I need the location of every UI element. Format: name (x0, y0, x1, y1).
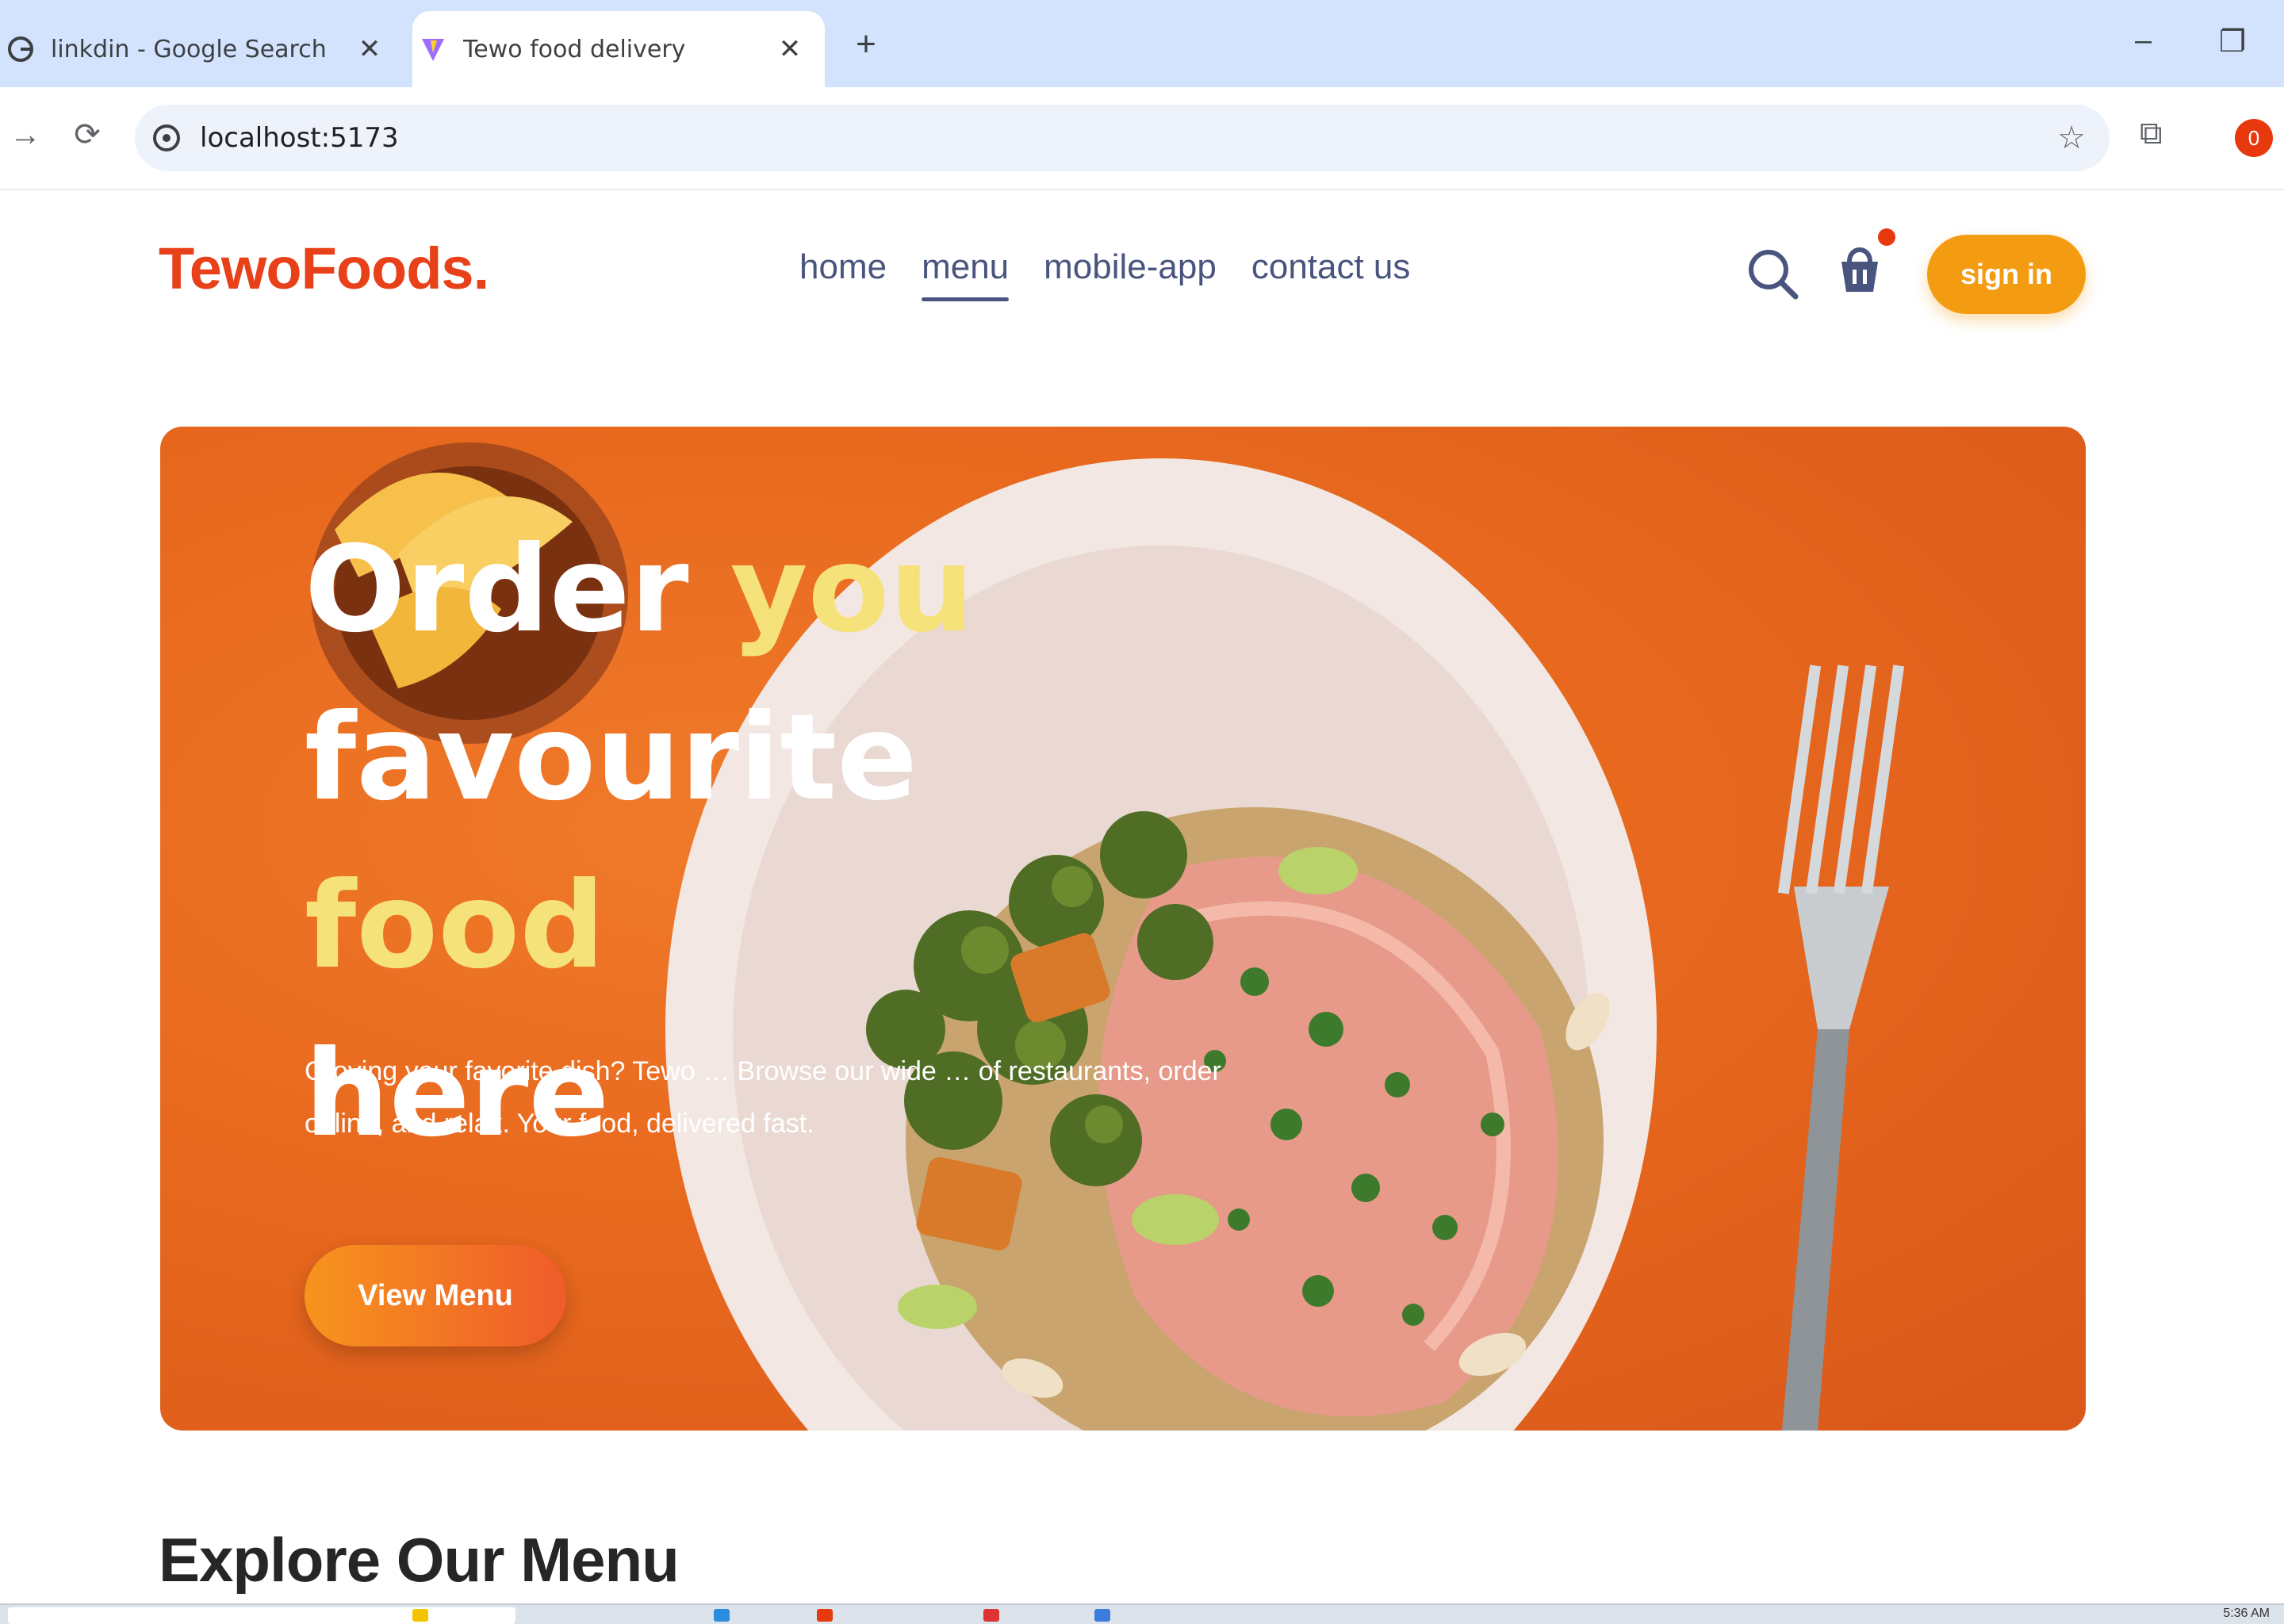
search-icon[interactable] (1745, 246, 1800, 301)
extensions-icon[interactable]: ⧉ (2140, 116, 2163, 151)
browser-tab-tewo[interactable]: Tewo food delivery ✕ (412, 11, 825, 87)
reload-icon[interactable]: ⟳ (63, 111, 111, 159)
hero-title-highlight: food (305, 857, 605, 995)
profile-avatar[interactable]: 0 (2235, 119, 2273, 157)
restore-icon[interactable]: ❐ (2219, 24, 2246, 59)
tab-title: linkdin - Google Search (51, 35, 327, 63)
hero-description: Croving your favorite dish? Tewo … Brows… (305, 1056, 1221, 1139)
site-info-icon[interactable] (149, 121, 184, 155)
minimize-icon[interactable]: – (2135, 24, 2152, 58)
os-taskbar: 5:36 AM (0, 1603, 2284, 1624)
browser-tab-strip: linkdin - Google Search ✕ Tewo food deli… (0, 0, 2284, 87)
taskbar-search[interactable] (8, 1607, 515, 1624)
nav-link-home[interactable]: home (799, 247, 887, 287)
new-tab-button[interactable]: + (847, 22, 885, 67)
explore-menu-title: Explore Our Menu (159, 1525, 680, 1595)
main-nav: home menu mobile-app contact us (799, 247, 1411, 301)
app-icon[interactable] (1094, 1609, 1110, 1622)
close-tab-icon[interactable]: ✕ (772, 33, 807, 65)
forward-icon[interactable]: → (2, 111, 49, 159)
sign-in-button[interactable]: sign in (1927, 235, 2086, 314)
hero-title-highlight: you (730, 521, 975, 659)
nav-link-contact-us[interactable]: contact us (1251, 247, 1411, 287)
hero-banner: Order you favourite food here Croving yo… (160, 427, 2086, 1431)
clock[interactable]: 5:36 AM (2223, 1607, 2270, 1621)
chrome-icon[interactable] (817, 1609, 833, 1622)
browser-tab-google-search[interactable]: linkdin - Google Search ✕ (0, 11, 404, 87)
cart-notification-dot (1878, 228, 1895, 246)
app-icon[interactable] (983, 1609, 999, 1622)
site-logo[interactable]: TewoFoods. (159, 235, 489, 302)
hero-title-line1: Order (305, 521, 689, 659)
view-menu-button[interactable]: View Menu (305, 1245, 566, 1346)
nav-link-menu[interactable]: menu (922, 247, 1010, 301)
basket-icon[interactable] (1834, 238, 1886, 297)
tab-title: Tewo food delivery (463, 35, 686, 63)
file-explorer-icon[interactable] (412, 1609, 428, 1622)
close-tab-icon[interactable]: ✕ (352, 33, 387, 65)
hero-title-line2: favourite (305, 689, 918, 827)
nav-link-mobile-app[interactable]: mobile-app (1044, 247, 1217, 287)
google-icon (6, 35, 35, 63)
bookmark-star-icon[interactable]: ☆ (2048, 120, 2095, 156)
edge-icon[interactable] (714, 1609, 730, 1622)
address-bar[interactable]: localhost:5173 ☆ (135, 105, 2110, 171)
vite-icon (419, 35, 447, 63)
url-text[interactable]: localhost:5173 (200, 122, 2048, 154)
fork-image (1777, 665, 1905, 1431)
browser-toolbar: → ⟳ localhost:5173 ☆ ⧉ 0 (0, 87, 2284, 190)
